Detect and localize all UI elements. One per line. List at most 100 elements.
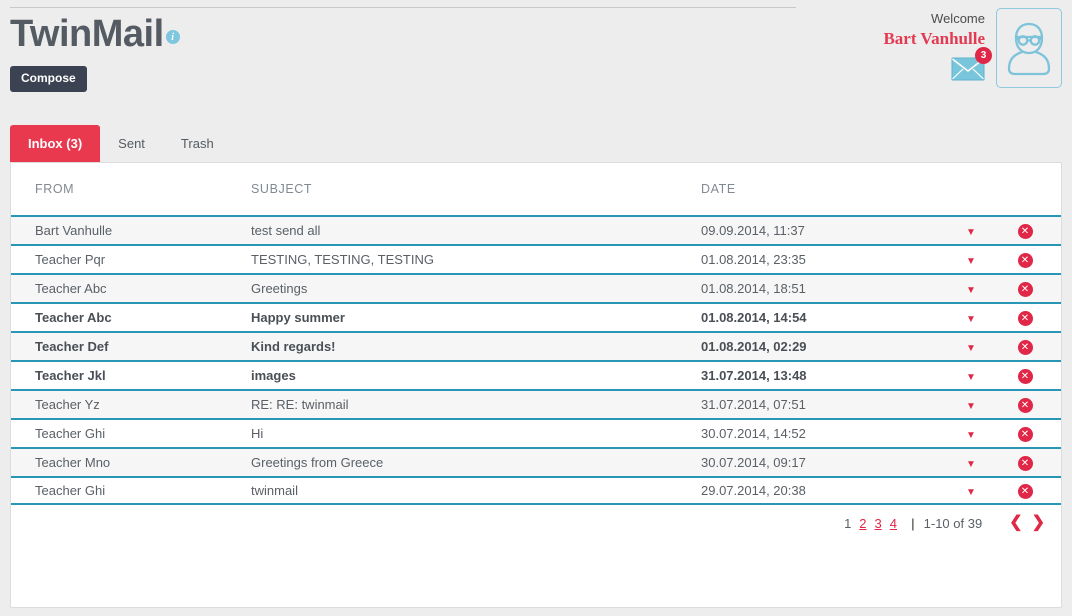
cell-date: 30.07.2014, 14:52 — [701, 426, 806, 441]
cell-delete: ✕ — [1001, 482, 1049, 500]
cell-from: Teacher Abc — [35, 310, 112, 325]
chevron-down-icon[interactable]: ▼ — [966, 401, 976, 412]
cell-date: 31.07.2014, 07:51 — [701, 397, 806, 412]
user-area: Welcome Bart Vanhulle 3 — [826, 8, 1062, 88]
cell-from: Teacher Ghi — [35, 483, 106, 498]
cell-actions: ▼ — [941, 281, 1001, 296]
chevron-down-icon[interactable]: ▼ — [966, 372, 976, 383]
cell-subject: Hi — [251, 426, 264, 441]
delete-icon[interactable]: ✕ — [1017, 427, 1033, 443]
chevron-down-icon[interactable]: ▼ — [966, 430, 976, 441]
cell-date: 31.07.2014, 13:48 — [701, 368, 807, 383]
table-row[interactable]: Teacher Mno Greetings from Greece 30.07.20… — [11, 447, 1061, 476]
tab-trash[interactable]: Trash — [163, 125, 232, 162]
compose-button[interactable]: Compose — [10, 66, 87, 92]
table-row[interactable]: Teacher Jkl images 31.07.2014, 13:48 ▼ ✕ — [11, 360, 1061, 389]
twinmail-app: TwinMail i Compose Welcome Bart Vanhulle — [0, 0, 1072, 616]
delete-icon[interactable]: ✕ — [1017, 311, 1033, 327]
chevron-down-icon[interactable]: ▼ — [966, 285, 976, 296]
mail-list: Bart Vanhulle test send all 09.09.2014, 11… — [11, 215, 1061, 505]
tab-inbox[interactable]: Inbox (3) — [10, 125, 101, 162]
cell-subject: TESTING, TESTING, TESTING — [251, 252, 434, 267]
cell-date: 09.09.2014, 11:37 — [701, 223, 805, 238]
cell-actions: ▼ — [941, 223, 1001, 238]
delete-icon[interactable]: ✕ — [1017, 253, 1033, 269]
cell-subject: Greetings from Greece — [251, 455, 384, 470]
mail-notification[interactable]: 3 — [951, 47, 992, 81]
page-link-4[interactable]: 4 — [890, 516, 897, 531]
chevron-down-icon[interactable]: ▼ — [966, 227, 976, 238]
delete-icon[interactable]: ✕ — [1017, 398, 1033, 414]
cell-delete: ✕ — [1001, 367, 1049, 385]
cell-date: 30.07.2014, 09:17 — [701, 455, 806, 470]
table-row[interactable]: Teacher Ghi twinmail 29.07.2014, 20:38 ▼ ✕ — [11, 476, 1061, 505]
cell-from: Teacher Ghi — [35, 426, 106, 441]
cell-subject: Happy summer — [251, 310, 345, 325]
avatar[interactable] — [996, 8, 1062, 88]
info-icon[interactable]: i — [165, 30, 180, 44]
table-row[interactable]: Teacher Def Kind regards! 01.08.2014, 02:2… — [11, 331, 1061, 360]
brand: TwinMail i — [10, 12, 180, 56]
cell-delete: ✕ — [1001, 425, 1049, 443]
chevron-down-icon[interactable]: ▼ — [966, 459, 976, 470]
cell-delete: ✕ — [1001, 396, 1049, 414]
table-row[interactable]: Teacher Yz RE: RE: twinmail 31.07.2014, 07… — [11, 389, 1061, 418]
cell-actions: ▼ — [941, 252, 1001, 267]
table-row[interactable]: Bart Vanhulle test send all 09.09.2014, 11… — [11, 215, 1061, 244]
delete-icon[interactable]: ✕ — [1017, 282, 1033, 298]
pagination-prev-icon[interactable]: ❮ — [1009, 515, 1022, 531]
cell-subject: images — [251, 368, 296, 383]
mailbox-tabs: Inbox (3) Sent Trash — [10, 125, 232, 162]
cell-date: 01.08.2014, 23:35 — [701, 252, 806, 267]
cell-from: Teacher Def — [35, 339, 109, 354]
cell-subject: Kind regards! — [251, 339, 336, 354]
chevron-down-icon[interactable]: ▼ — [966, 314, 976, 325]
delete-icon[interactable]: ✕ — [1017, 369, 1033, 385]
chevron-down-icon[interactable]: ▼ — [966, 256, 976, 267]
chevron-down-icon[interactable]: ▼ — [966, 487, 976, 498]
column-header-from: FROM — [35, 182, 75, 196]
table-row[interactable]: Teacher Abc Greetings 01.08.2014, 18:51 ▼ ✕ — [11, 273, 1061, 302]
table-row[interactable]: Teacher Pqr TESTING, TESTING, TESTING 01.0… — [11, 244, 1061, 273]
table-row[interactable]: Teacher Abc Happy summer 01.08.2014, 14:54… — [11, 302, 1061, 331]
tab-sent[interactable]: Sent — [100, 125, 163, 162]
cell-date: 01.08.2014, 02:29 — [701, 339, 807, 354]
cell-delete: ✕ — [1001, 454, 1049, 472]
cell-delete: ✕ — [1001, 222, 1049, 240]
header-divider — [10, 7, 796, 8]
unread-count-badge: 3 — [975, 47, 992, 64]
cell-actions: ▼ — [941, 455, 1001, 470]
cell-subject: twinmail — [251, 483, 298, 498]
cell-from: Bart Vanhulle — [35, 223, 113, 238]
user-avatar-icon — [1007, 22, 1051, 76]
cell-delete: ✕ — [1001, 280, 1049, 298]
page-link-2[interactable]: 2 — [859, 516, 866, 531]
pagination-next-icon[interactable]: ❯ — [1032, 515, 1045, 531]
page-link-1[interactable]: 1 — [844, 516, 851, 531]
page-header: TwinMail i Compose Welcome Bart Vanhulle — [0, 0, 1072, 110]
pagination-separator: | — [911, 515, 915, 531]
table-header-row: FROM SUBJECT DATE — [11, 163, 1061, 215]
mail-panel: FROM SUBJECT DATE Bart Vanhulle test send… — [10, 162, 1062, 608]
cell-subject: test send all — [251, 223, 321, 238]
delete-icon[interactable]: ✕ — [1017, 224, 1033, 240]
cell-actions: ▼ — [941, 368, 1001, 383]
cell-from: Teacher Abc — [35, 281, 107, 296]
delete-icon[interactable]: ✕ — [1017, 340, 1033, 356]
cell-subject: Greetings — [251, 281, 308, 296]
cell-from: Teacher Yz — [35, 397, 100, 412]
cell-actions: ▼ — [941, 483, 1001, 498]
welcome-label: Welcome — [931, 11, 985, 26]
chevron-down-icon[interactable]: ▼ — [966, 343, 976, 354]
cell-delete: ✕ — [1001, 338, 1049, 356]
cell-from: Teacher Jkl — [35, 368, 106, 383]
user-name: Bart Vanhulle — [883, 29, 985, 48]
table-row[interactable]: Teacher Ghi Hi 30.07.2014, 14:52 ▼ ✕ — [11, 418, 1061, 447]
delete-icon[interactable]: ✕ — [1017, 484, 1033, 500]
cell-date: 01.08.2014, 14:54 — [701, 310, 807, 325]
cell-actions: ▼ — [941, 397, 1001, 412]
cell-date: 29.07.2014, 20:38 — [701, 483, 806, 498]
page-link-3[interactable]: 3 — [875, 516, 882, 531]
delete-icon[interactable]: ✕ — [1017, 456, 1033, 472]
cell-delete: ✕ — [1001, 309, 1049, 327]
